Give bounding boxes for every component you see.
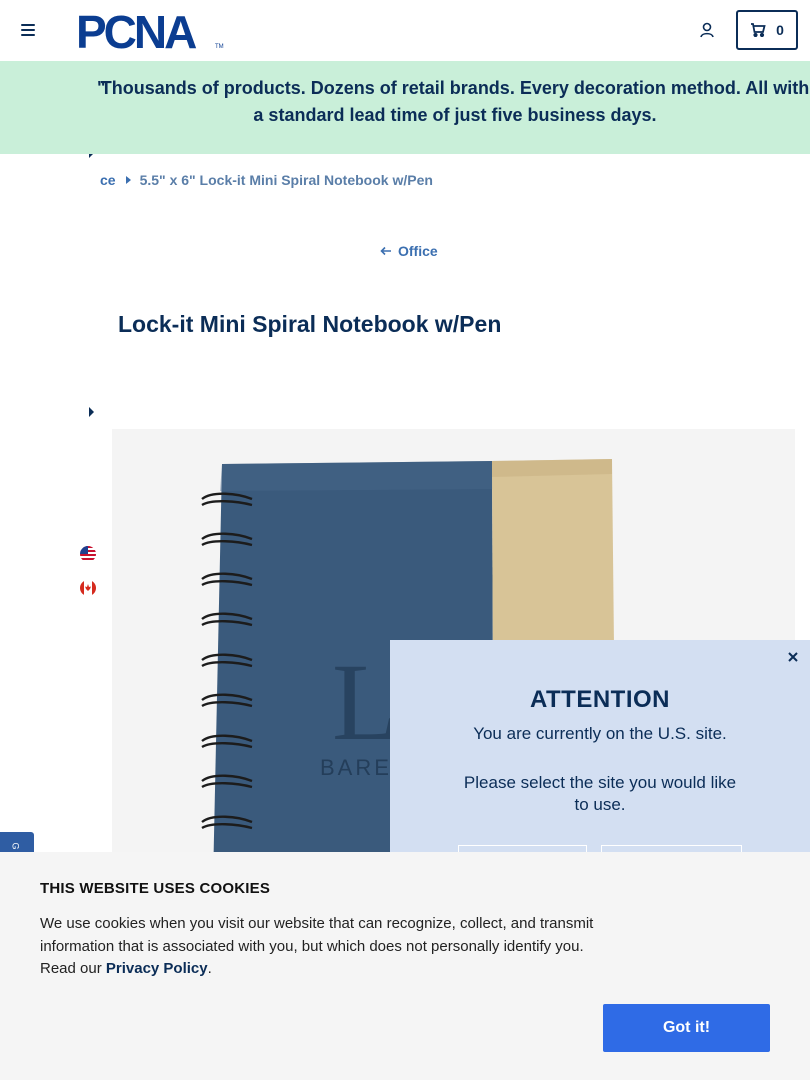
canada-flag-icon[interactable] [80,580,96,596]
arrow-left-icon [380,246,391,256]
svg-text:TM: TM [215,44,224,50]
breadcrumb-link-office[interactable]: ce [100,172,116,188]
breadcrumb-separator-icon [125,176,131,184]
promo-banner-text: " Thousands of products. Dozens of retail… [97,78,810,125]
breadcrumb: ce 5.5" x 6" Lock-it Mini Spiral Noteboo… [100,172,433,188]
back-to-office-link[interactable]: Office [380,243,438,259]
cookie-banner: THIS WEBSITE USES COOKIES We use cookies… [0,852,810,1080]
privacy-policy-link[interactable]: Privacy Policy [106,960,208,977]
close-icon[interactable] [784,648,802,666]
nav-expand-caret-3[interactable] [89,407,94,417]
cart-count: 0 [776,22,784,38]
cart-button[interactable]: 0 [736,10,798,50]
page: PCNA TM 0 " Thousands of products. Dozens… [0,0,810,1080]
cart-icon [751,23,766,37]
svg-text:PCNA: PCNA [76,11,196,51]
account-icon[interactable] [698,21,716,39]
accept-cookies-button[interactable]: Got it! [603,1004,770,1052]
left-nav-rail [0,61,112,861]
cookie-title: THIS WEBSITE USES COOKIES [40,880,271,897]
promo-banner: " Thousands of products. Dozens of retail… [0,61,810,154]
us-flag-icon[interactable] [80,546,96,562]
attention-select-site-text: Please select the site you would like to… [463,773,737,814]
attention-title: ATTENTION [529,686,671,713]
cookie-text: We use cookies when you visit our websit… [40,915,594,977]
breadcrumb-current: 5.5" x 6" Lock-it Mini Spiral Notebook w… [139,172,433,188]
product-title: Lock-it Mini Spiral Notebook w/Pen [118,311,502,337]
attention-current-site-text: You are currently on the U.S. site. [473,724,727,743]
menu-icon[interactable] [21,24,35,36]
site-header: PCNA TM 0 [0,0,810,61]
pcna-logo[interactable]: PCNA TM [76,6,226,58]
